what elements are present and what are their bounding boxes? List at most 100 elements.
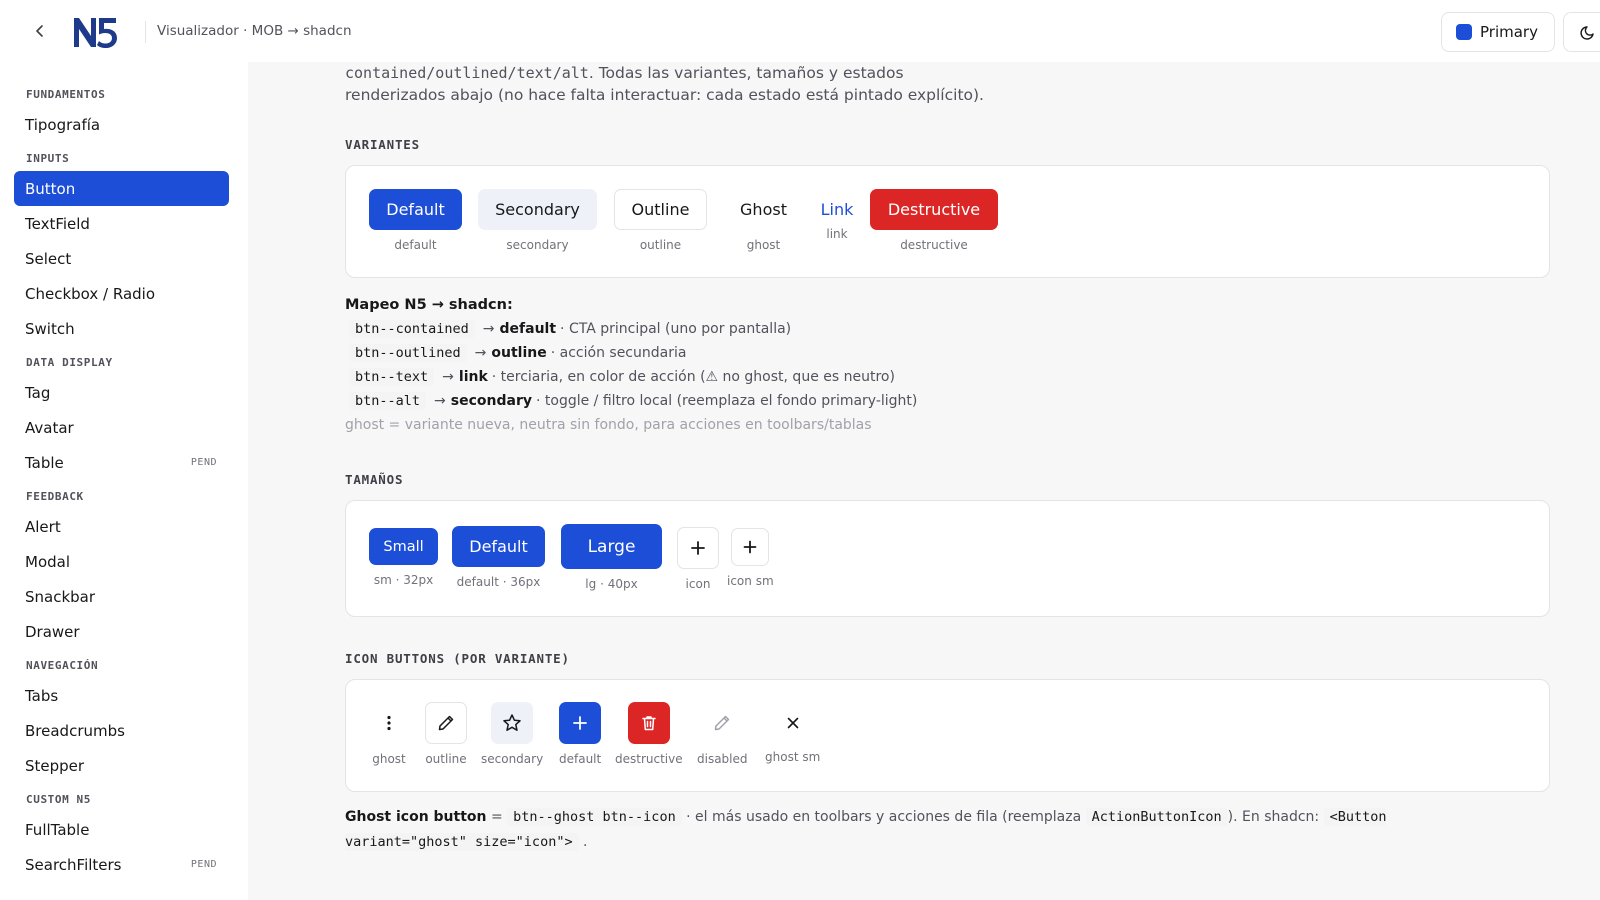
outline-button[interactable]: Outline [614, 189, 707, 230]
sidebar-item-fulltable[interactable]: FullTable [14, 812, 229, 847]
mapping-description: · terciaria, en color de acción (⚠ no gh… [491, 369, 895, 385]
icon-destructive-cell: destructive [615, 702, 683, 766]
sidebar-item-label: Select [25, 249, 72, 268]
sidebar-item-label: Tag [25, 383, 51, 402]
icon-outline-cell: outline [425, 702, 467, 766]
sidebar-item-label: FullTable [25, 820, 90, 839]
mapping-description: · toggle / filtro local (reemplaza el fo… [535, 393, 918, 409]
sidebar-item-tag[interactable]: Tag [14, 375, 229, 410]
mapping-code: btn--text [349, 368, 435, 386]
mapping-target: secondary [450, 393, 532, 409]
pencil-icon [715, 715, 730, 731]
icon-button-caption: disabled [697, 752, 748, 766]
small-button[interactable]: Small [369, 528, 438, 565]
variant-caption: destructive [900, 238, 968, 252]
sidebar-item-searchfilters[interactable]: SearchFilters PEND [14, 847, 229, 882]
pencil-icon [438, 715, 454, 731]
sidebar-item-label: Tabs [25, 686, 59, 705]
size-icon-cell: icon [677, 527, 719, 591]
sidebar-section-navegacion: NAVEGACIÓN [26, 659, 99, 672]
sidebar-item-label: Breadcrumbs [25, 721, 125, 740]
sidebar-item-checkbox-radio[interactable]: Checkbox / Radio [14, 276, 229, 311]
disabled-icon-button [701, 702, 743, 744]
icon-secondary-cell: secondary [481, 702, 543, 766]
size-large-cell: Large lg · 40px [561, 524, 662, 591]
sidebar-item-modal[interactable]: Modal [14, 544, 229, 579]
ghost-icon-button[interactable] [368, 702, 410, 744]
sidebar-item-label: Button [25, 179, 76, 198]
sidebar-item-avatar[interactable]: Avatar [14, 410, 229, 445]
section-heading-icon-buttons: ICON BUTTONS (POR VARIANTE) [345, 651, 570, 666]
icon-size-button[interactable] [677, 527, 719, 569]
mapping-row: btn--text → link · terciaria, en color d… [349, 368, 895, 386]
sidebar-item-table[interactable]: Table PEND [14, 445, 229, 480]
intro-text: contained/outlined/text/alt. Todas las v… [345, 62, 1345, 106]
default-button[interactable]: Default [369, 189, 462, 230]
mapping-title: Mapeo N5 → shadcn: [345, 297, 513, 313]
link-button[interactable]: Link [812, 189, 862, 230]
mapping-row: btn--outlined → outline · acción secunda… [349, 344, 686, 362]
variant-caption: link [826, 227, 848, 241]
sidebar-item-snackbar[interactable]: Snackbar [14, 579, 229, 614]
icon-disabled-cell: disabled [697, 702, 748, 766]
sidebar-section-custom-n5: CUSTOM N5 [26, 793, 92, 806]
theme-toggle-button[interactable] [1563, 12, 1600, 52]
sidebar-item-switch[interactable]: Switch [14, 311, 229, 346]
variant-caption: ghost [746, 238, 781, 252]
sidebar-item-textfield[interactable]: TextField [14, 206, 229, 241]
more-vertical-icon [387, 715, 391, 731]
icon-button-caption: secondary [481, 752, 544, 766]
arrow-right-icon: → [482, 321, 495, 337]
sidebar-item-stepper[interactable]: Stepper [14, 748, 229, 783]
intro-text-2: renderizados abajo (no hace falta intera… [345, 86, 984, 104]
sidebar-item-label: Avatar [25, 418, 74, 437]
sidebar-item-label: Stepper [25, 756, 85, 775]
sidebar-item-alert[interactable]: Alert [14, 509, 229, 544]
sidebar-item-tabs[interactable]: Tabs [14, 678, 229, 713]
sidebar-item-drawer[interactable]: Drawer [14, 614, 229, 649]
breadcrumb: Visualizador · MOB → shadcn [157, 23, 352, 39]
default-size-button[interactable]: Default [452, 526, 545, 567]
mapping-description: · acción secundaria [550, 345, 687, 361]
variant-caption: default [394, 238, 437, 252]
size-default-cell: Default default · 36px [452, 526, 545, 589]
arrow-right-icon: → [474, 345, 487, 361]
sidebar-section-data-display: DATA DISPLAY [26, 356, 113, 369]
variant-secondary-cell: Secondary secondary [478, 189, 597, 252]
default-icon-button[interactable] [559, 702, 602, 744]
chevron-left-icon [36, 25, 43, 37]
size-caption: sm · 32px [373, 573, 434, 587]
sidebar-item-label: TextField [25, 214, 90, 233]
icon-button-caption: ghost [372, 752, 406, 766]
top-bar: Visualizador · MOB → shadcn Primary [0, 0, 1600, 62]
icon-sm-size-button[interactable] [731, 528, 770, 566]
size-caption: lg · 40px [585, 577, 638, 591]
mapping-row: btn--alt → secondary · toggle / filtro l… [349, 392, 917, 410]
mapping-target: outline [491, 345, 547, 361]
sidebar-item-tipografia[interactable]: Tipografía [14, 107, 229, 142]
outline-icon-button[interactable] [425, 702, 467, 744]
size-icon-sm-cell: icon sm [727, 528, 774, 588]
secondary-button[interactable]: Secondary [478, 189, 597, 230]
variants-card: Default default Secondary secondary Outl… [345, 165, 1550, 278]
ghost-button[interactable]: Ghost [727, 189, 800, 230]
pending-badge: PEND [190, 457, 217, 468]
sidebar-item-breadcrumbs[interactable]: Breadcrumbs [14, 713, 229, 748]
sidebar-item-button[interactable]: Button [14, 171, 229, 206]
sidebar-item-select[interactable]: Select [14, 241, 229, 276]
variant-default-cell: Default default [369, 189, 462, 252]
note-title: Ghost icon button [345, 809, 487, 825]
icon-default-cell: default [559, 702, 601, 766]
secondary-icon-button[interactable] [491, 702, 534, 744]
destructive-icon-button[interactable] [627, 702, 670, 744]
large-button[interactable]: Large [561, 524, 662, 569]
ghost-sm-icon-button[interactable] [774, 704, 812, 742]
icon-button-caption: destructive [615, 752, 683, 766]
destructive-button[interactable]: Destructive [870, 189, 998, 230]
icon-buttons-card: ghost outline secondary default destruct… [345, 679, 1550, 792]
primary-color-selector[interactable]: Primary [1441, 12, 1555, 52]
note-end: . [583, 834, 588, 850]
variant-ghost-cell: Ghost ghost [727, 189, 800, 252]
icon-ghost-sm-cell: ghost sm [765, 704, 820, 764]
back-button[interactable] [27, 18, 53, 44]
